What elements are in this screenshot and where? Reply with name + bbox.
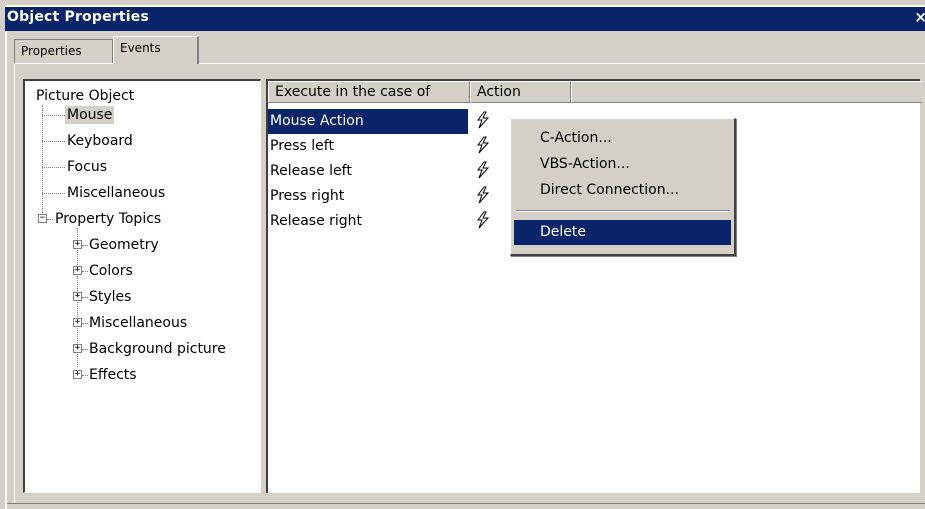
menu-item-vbs-action[interactable]: VBS-Action... xyxy=(514,152,731,177)
event-row-release-left[interactable]: Release left xyxy=(268,159,468,184)
tree-item-colors[interactable]: Colors xyxy=(89,262,133,280)
tree-connector xyxy=(42,141,65,142)
expand-icon[interactable]: + xyxy=(73,344,82,353)
tree-connector xyxy=(82,323,88,324)
tree-connector xyxy=(42,167,65,168)
tab-properties[interactable]: Properties xyxy=(14,39,113,63)
lightning-action-icon[interactable] xyxy=(475,161,491,179)
tree-item-miscellaneous-topic[interactable]: Miscellaneous xyxy=(89,314,187,332)
tree-item-keyboard[interactable]: Keyboard xyxy=(67,132,133,150)
expand-icon[interactable]: + xyxy=(73,266,82,275)
tree-connector xyxy=(42,193,65,194)
menu-item-delete[interactable]: Delete xyxy=(514,220,731,245)
tab-events[interactable]: Events xyxy=(113,36,199,64)
dialog-bottom-edge xyxy=(7,503,925,504)
close-icon[interactable]: × xyxy=(914,8,925,26)
menu-separator xyxy=(516,210,730,212)
column-header-event[interactable]: Execute in the case of xyxy=(268,81,470,103)
context-menu: C-Action... VBS-Action... Direct Connect… xyxy=(510,118,736,256)
tree-connector xyxy=(82,271,88,272)
tree-connector xyxy=(82,297,88,298)
tree-connector xyxy=(42,105,43,219)
lightning-action-icon[interactable] xyxy=(475,186,491,204)
tree-connector xyxy=(82,245,88,246)
tree-item-miscellaneous[interactable]: Miscellaneous xyxy=(67,184,165,202)
column-header-action[interactable]: Action xyxy=(470,81,571,103)
tree-connector xyxy=(42,115,65,116)
tree-item-mouse[interactable]: Mouse xyxy=(65,106,115,124)
event-row-press-left[interactable]: Press left xyxy=(268,134,468,159)
tree-item-geometry[interactable]: Geometry xyxy=(89,236,159,254)
menu-item-direct-connection[interactable]: Direct Connection... xyxy=(514,178,731,203)
menu-item-c-action[interactable]: C-Action... xyxy=(514,126,731,151)
tree-connector xyxy=(82,375,88,376)
tree-item-focus[interactable]: Focus xyxy=(67,158,107,176)
event-row-press-right[interactable]: Press right xyxy=(268,184,468,209)
object-tree[interactable]: Picture Object Mouse Keyboard Focus Misc… xyxy=(23,79,261,493)
tree-item-styles[interactable]: Styles xyxy=(89,288,131,306)
collapse-icon[interactable]: − xyxy=(38,214,47,223)
tree-item-effects[interactable]: Effects xyxy=(89,366,137,384)
expand-icon[interactable]: + xyxy=(73,292,82,301)
window-title: Object Properties xyxy=(7,9,150,25)
expand-icon[interactable]: + xyxy=(73,240,82,249)
event-row-release-right[interactable]: Release right xyxy=(268,209,468,234)
lightning-action-icon[interactable] xyxy=(475,136,491,154)
tree-connector xyxy=(47,219,53,220)
column-header-filler xyxy=(571,81,922,103)
expand-icon[interactable]: + xyxy=(73,318,82,327)
tree-item-property-topics[interactable]: Property Topics xyxy=(55,210,161,228)
title-bar[interactable]: Object Properties × xyxy=(5,5,925,31)
tree-connector xyxy=(82,349,88,350)
event-row-mouse-action[interactable]: Mouse Action xyxy=(268,109,468,134)
lightning-action-icon[interactable] xyxy=(475,111,491,129)
lightning-action-icon[interactable] xyxy=(475,211,491,229)
tree-root[interactable]: Picture Object xyxy=(36,87,134,105)
tree-item-background-picture[interactable]: Background picture xyxy=(89,340,226,358)
expand-icon[interactable]: + xyxy=(73,370,82,379)
